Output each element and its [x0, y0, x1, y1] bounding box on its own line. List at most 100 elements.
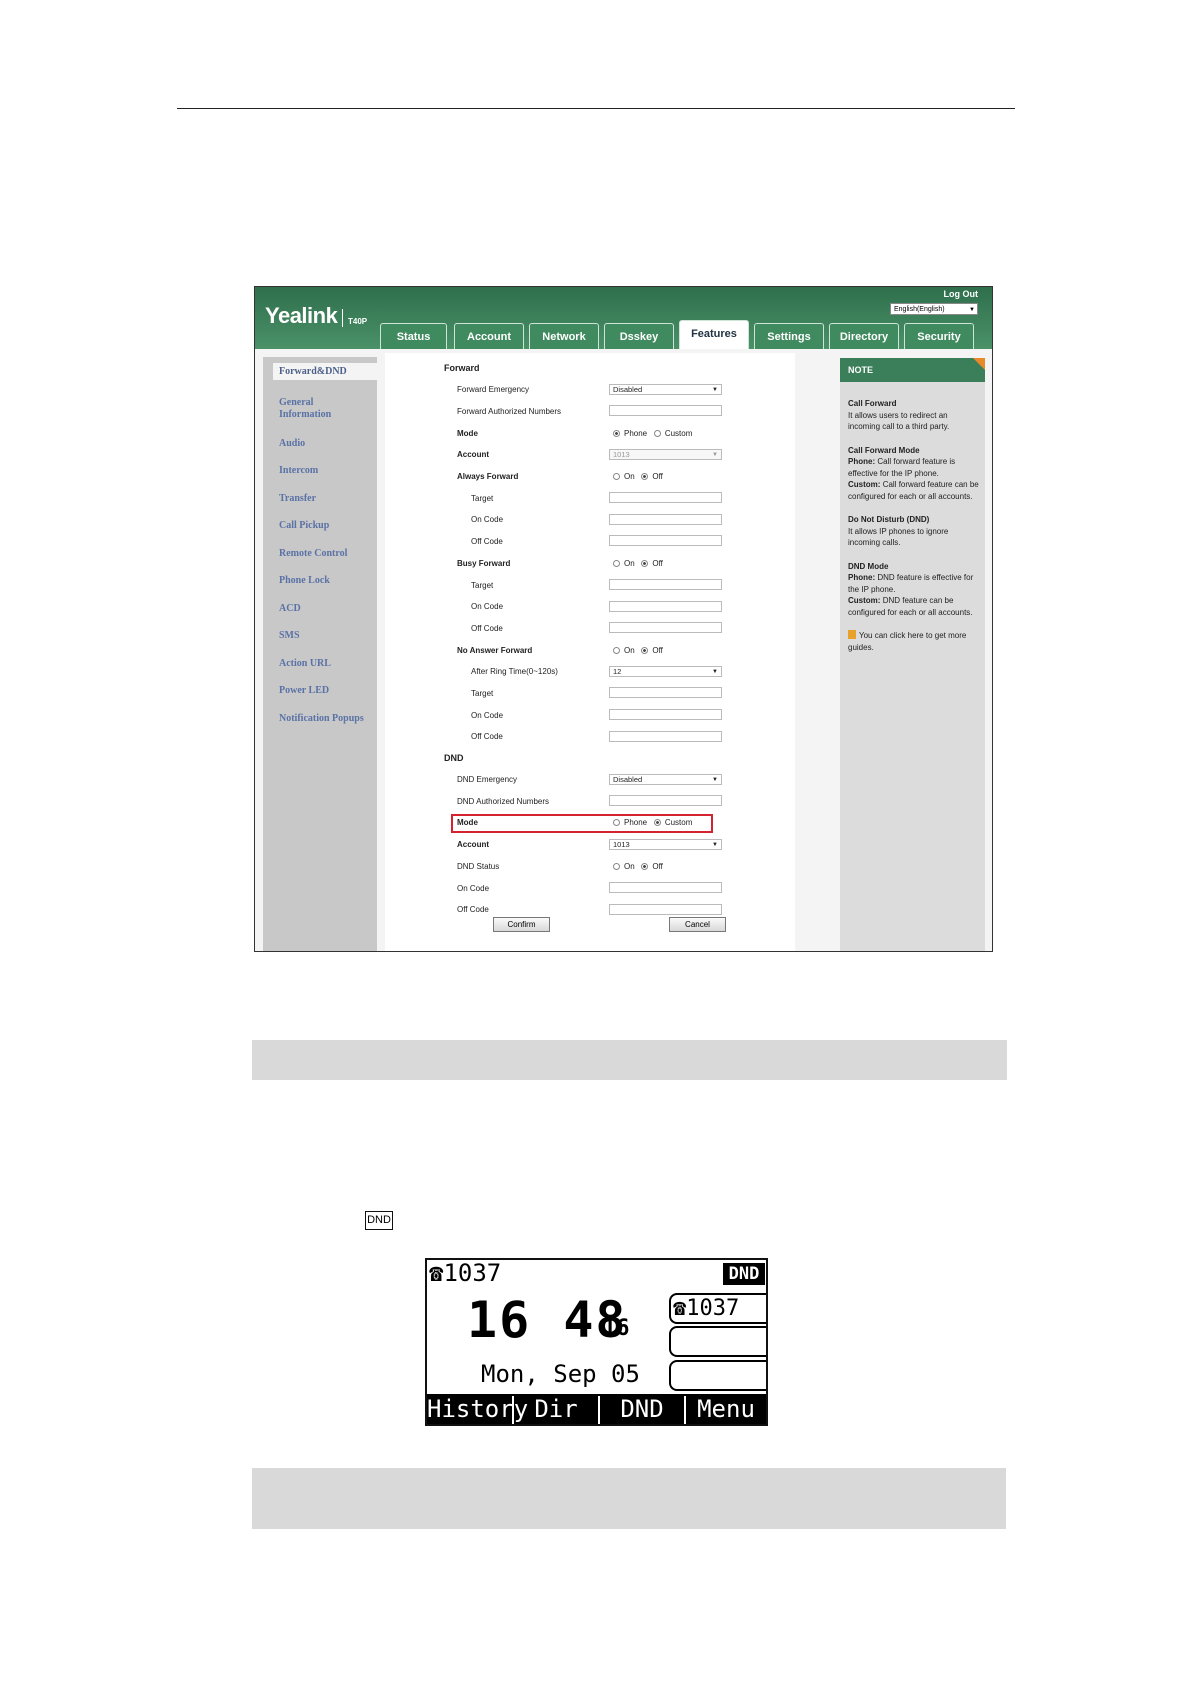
sidebar-item-sms[interactable]: SMS: [279, 630, 300, 641]
softkey-dir[interactable]: Dir: [514, 1394, 598, 1424]
lcd-dnd-badge: DND: [723, 1263, 765, 1285]
tab-account[interactable]: Account: [454, 323, 524, 349]
note-bar-2: [252, 1468, 1006, 1529]
yealink-logo: Yealink: [265, 303, 338, 328]
tab-status[interactable]: Status: [380, 323, 447, 349]
model-label: T40P: [348, 317, 368, 326]
no-answer-forward-off-label: Off: [652, 646, 663, 655]
sidebar-item-call-pickup[interactable]: Call Pickup: [279, 520, 329, 531]
sidebar-item-remote-control[interactable]: Remote Control: [279, 548, 347, 559]
dnd-account-label: Account: [457, 840, 489, 849]
dnd-mode-phone-radio[interactable]: [613, 819, 620, 826]
confirm-button[interactable]: Confirm: [493, 917, 550, 932]
logout-link[interactable]: Log Out: [944, 289, 979, 299]
forward-mode-custom-radio[interactable]: [653, 430, 661, 437]
lcd-date: Mon, Sep 05: [481, 1360, 640, 1388]
busy-forward-off-radio[interactable]: [641, 560, 649, 567]
no-answer-off-code-input[interactable]: [609, 731, 722, 742]
tab-dsskey[interactable]: Dsskey: [604, 323, 674, 349]
busy-off-code-input[interactable]: [609, 622, 722, 633]
dnd-mode-custom-label: Custom: [664, 818, 693, 827]
dnd-emergency-select[interactable]: Disabled ▼: [609, 774, 722, 785]
lcd-seconds: 16: [603, 1316, 630, 1341]
forward-account-label: Account: [457, 450, 489, 459]
language-select[interactable]: English(English) ▼: [890, 303, 978, 315]
phone-lcd-screen: ☎1037 DND 16 48 16 Mon, Sep 05 ☎1037 His…: [425, 1258, 768, 1426]
dnd-status-off-radio[interactable]: [641, 863, 649, 870]
softkey-history[interactable]: History: [427, 1394, 528, 1424]
always-target-label: Target: [471, 494, 494, 503]
softkey-menu[interactable]: Menu: [686, 1394, 766, 1424]
busy-forward-on-radio[interactable]: [613, 560, 620, 567]
ring-time-value: 12: [613, 667, 622, 676]
tab-network[interactable]: Network: [529, 323, 599, 349]
no-answer-target-input[interactable]: [609, 687, 722, 698]
dnd-on-code-input[interactable]: [609, 882, 722, 893]
forward-section-title: Forward: [444, 363, 480, 373]
always-forward-off-radio[interactable]: [641, 473, 649, 480]
sidebar-item-action-url[interactable]: Action URL: [279, 658, 331, 669]
dnd-status-label: DND Status: [457, 862, 500, 871]
forward-account-select[interactable]: 1013 ▼: [609, 449, 722, 460]
no-answer-forward-off-radio[interactable]: [641, 647, 649, 654]
web-ui-screenshot: Yealink T40P Log Out English(English) ▼ …: [254, 286, 993, 952]
tab-security[interactable]: Security: [904, 323, 974, 349]
line-key-2[interactable]: [669, 1326, 766, 1357]
always-on-code-input[interactable]: [609, 514, 722, 525]
sidebar-item-intercom[interactable]: Intercom: [279, 465, 318, 476]
dnd-status-on-radio[interactable]: [613, 863, 620, 870]
forward-mode-label: Mode: [457, 429, 478, 438]
dnd-off-code-label: Off Code: [457, 905, 489, 914]
sidebar-item-audio[interactable]: Audio: [279, 438, 305, 449]
lcd-account-row: ☎1037: [429, 1260, 501, 1286]
sidebar-item-acd[interactable]: ACD: [279, 603, 301, 614]
always-off-code-input[interactable]: [609, 535, 722, 546]
note-dnd-mode-custom-bold: Custom:: [848, 596, 881, 605]
dnd-off-code-input[interactable]: [609, 904, 722, 915]
no-answer-forward-on-label: On: [624, 646, 635, 655]
no-answer-off-code-label: Off Code: [471, 732, 503, 741]
note-cf-mode-phone-bold: Phone:: [848, 457, 876, 466]
tab-directory[interactable]: Directory: [829, 323, 899, 349]
always-forward-on-radio[interactable]: [613, 473, 620, 480]
line-key-3[interactable]: [669, 1360, 766, 1391]
always-forward-label: Always Forward: [457, 472, 519, 481]
no-answer-forward-on-radio[interactable]: [613, 647, 620, 654]
tab-settings[interactable]: Settings: [754, 323, 824, 349]
phone-icon: ☎: [429, 1259, 444, 1287]
sidebar-item-transfer[interactable]: Transfer: [279, 493, 316, 504]
always-forward-off-label: Off: [652, 472, 663, 481]
sidebar-item-notification-popups[interactable]: Notification Popups: [279, 713, 364, 724]
ring-time-select[interactable]: 12 ▼: [609, 666, 722, 677]
line-key-1-label: 1037: [686, 1296, 740, 1321]
dnd-emergency-label: DND Emergency: [457, 775, 518, 784]
sidebar-item-forward-dnd[interactable]: Forward&DND: [273, 363, 377, 380]
language-value: English(English): [894, 306, 945, 313]
forward-mode-phone-radio[interactable]: [613, 430, 620, 437]
forward-emergency-select[interactable]: Disabled ▼: [609, 384, 722, 395]
sidebar-item-phone-lock[interactable]: Phone Lock: [279, 575, 330, 586]
dnd-account-select[interactable]: 1013 ▼: [609, 839, 722, 850]
note-guide-link[interactable]: You can click here to get more guides.: [848, 631, 966, 652]
line-key-1[interactable]: ☎1037: [669, 1293, 766, 1324]
note-body: Call Forward It allows users to redirect…: [848, 398, 981, 665]
sidebar-item-general-information[interactable]: General Information: [279, 397, 349, 421]
dnd-on-code-label: On Code: [457, 884, 490, 893]
always-target-input[interactable]: [609, 492, 722, 503]
dnd-section-title: DND: [444, 753, 464, 763]
forward-authorized-input[interactable]: [609, 405, 722, 416]
sidebar-item-power-led[interactable]: Power LED: [279, 685, 329, 696]
no-answer-on-code-input[interactable]: [609, 709, 722, 720]
busy-forward-radio-group: On Off: [613, 559, 663, 568]
no-answer-forward-radio-group: On Off: [613, 646, 663, 655]
busy-target-input[interactable]: [609, 579, 722, 590]
softkey-dnd[interactable]: DND: [600, 1394, 684, 1424]
feature-sidebar: Forward&DND General Information Audio In…: [263, 357, 377, 951]
cancel-button[interactable]: Cancel: [669, 917, 726, 932]
busy-on-code-input[interactable]: [609, 601, 722, 612]
note-cf-mode-title: Call Forward Mode: [848, 445, 920, 455]
always-forward-on-label: On: [624, 472, 635, 481]
dnd-mode-custom-radio[interactable]: [653, 819, 661, 826]
dnd-authorized-input[interactable]: [609, 795, 722, 806]
tab-features[interactable]: Features: [679, 320, 749, 349]
